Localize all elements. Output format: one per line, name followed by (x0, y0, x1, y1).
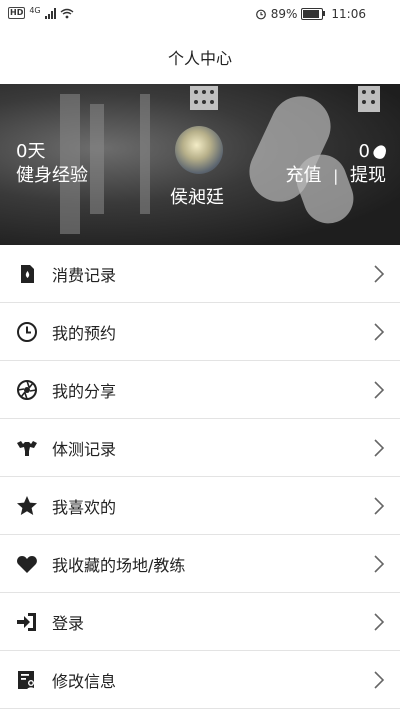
signal-icon (44, 7, 56, 19)
menu-item-appointments[interactable]: 我的预约 (0, 303, 400, 361)
aperture-icon (17, 380, 37, 400)
status-right: 89% 11:06 (255, 7, 366, 21)
fitness-days-value: 0天 (16, 141, 46, 162)
menu-item-favorites[interactable]: 我收藏的场地/教练 (0, 535, 400, 593)
chevron-right-icon (374, 671, 385, 689)
chevron-right-icon (374, 439, 385, 457)
battery-percent: 89% (270, 7, 298, 21)
menu-item-label: 登录 (52, 613, 85, 633)
menu-item-consumption[interactable]: 消费记录 (0, 245, 400, 303)
status-bar: HD 4G 89% 11:06 (0, 0, 400, 30)
menu-item-body-test[interactable]: 体测记录 (0, 419, 400, 477)
clock-icon (17, 322, 37, 342)
balance-block: 0 充值 | 提现 (285, 140, 389, 188)
page-header: 个人中心 (0, 30, 400, 84)
gym-equipment-2 (90, 104, 104, 214)
status-left: HD 4G (8, 5, 74, 19)
username: 侯昶廷 (170, 187, 224, 208)
menu-item-label: 我喜欢的 (52, 497, 117, 517)
menu-item-label: 体测记录 (52, 439, 117, 459)
withdraw-link[interactable]: 提现 (350, 165, 386, 186)
menu-list: 消费记录 我的预约 我的分享 体测记录 我喜欢的 我收藏的场地/教练 登录 修改… (0, 245, 400, 709)
menu-item-shares[interactable]: 我的分享 (0, 361, 400, 419)
wifi-icon (60, 8, 74, 18)
gym-equipment-3 (140, 94, 150, 214)
coin-icon (371, 142, 389, 162)
menu-item-label: 我的预约 (52, 323, 117, 343)
menu-item-label: 消费记录 (52, 265, 117, 285)
chevron-right-icon (374, 381, 385, 399)
star-icon (17, 496, 37, 515)
menu-item-likes[interactable]: 我喜欢的 (0, 477, 400, 535)
battery-icon (301, 8, 326, 20)
chevron-right-icon (374, 497, 385, 515)
balance-value: 0 (358, 141, 370, 162)
profile-banner: 0天 健身经验 侯昶廷 0 充值 | 提现 (0, 84, 400, 245)
chevron-right-icon (374, 265, 385, 283)
chevron-right-icon (374, 323, 385, 341)
wall-pad-2 (358, 86, 380, 112)
heart-icon (17, 556, 37, 573)
fitness-days: 0天 健身经验 (16, 140, 88, 188)
hd-icon: HD (8, 7, 26, 19)
chevron-right-icon (374, 613, 385, 631)
edit-profile-icon (18, 671, 35, 690)
action-separator: | (333, 167, 339, 185)
menu-item-label: 我的分享 (52, 381, 117, 401)
fitness-days-label: 健身经验 (16, 165, 88, 186)
wallet-actions: 充值 | 提现 (285, 164, 386, 188)
recharge-link[interactable]: 充值 (285, 165, 321, 186)
receipt-icon (21, 265, 34, 283)
wall-pad (190, 86, 218, 110)
balance-row: 0 (285, 140, 389, 164)
network-type: 4G (29, 5, 41, 15)
clock-time: 11:06 (331, 7, 366, 21)
avatar[interactable] (175, 126, 223, 174)
menu-item-login[interactable]: 登录 (0, 593, 400, 651)
chevron-right-icon (374, 555, 385, 573)
menu-item-label: 我收藏的场地/教练 (52, 555, 186, 575)
menu-item-label: 修改信息 (52, 671, 117, 691)
muscle-icon (17, 441, 37, 456)
page-title: 个人中心 (167, 49, 232, 68)
menu-item-edit-info[interactable]: 修改信息 (0, 651, 400, 709)
alarm-icon (255, 9, 266, 20)
login-icon (17, 613, 36, 631)
